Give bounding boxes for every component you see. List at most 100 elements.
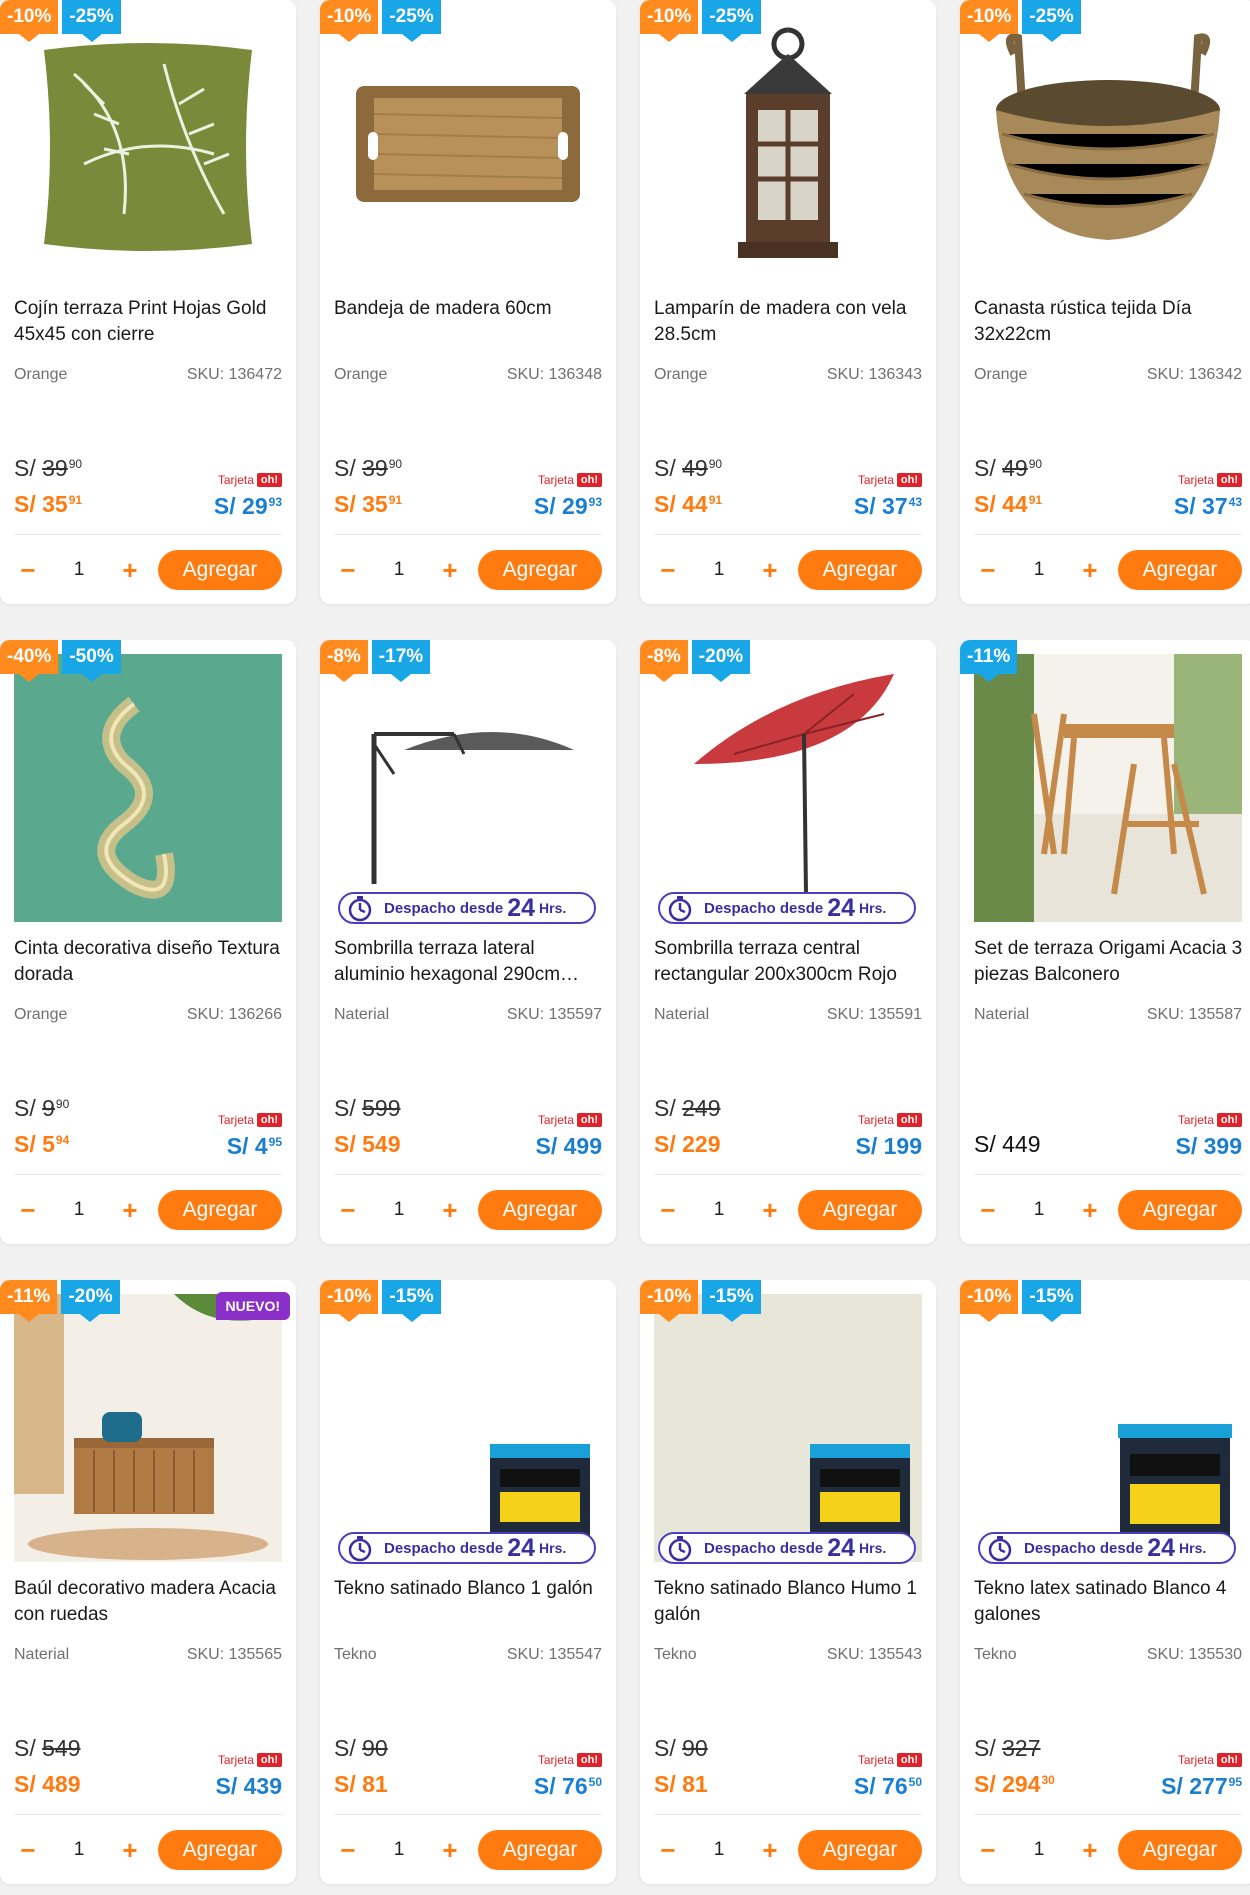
product-name[interactable]: Tekno latex satinado Blanco 4 galones bbox=[974, 1576, 1246, 1628]
add-to-cart-button[interactable]: Agregar bbox=[1118, 550, 1242, 590]
ribbon-image[interactable] bbox=[14, 654, 282, 922]
quantity-value[interactable]: 1 bbox=[1034, 1199, 1045, 1221]
add-to-cart-button[interactable]: Agregar bbox=[798, 1830, 922, 1870]
add-to-cart-button[interactable]: Agregar bbox=[798, 1190, 922, 1230]
product-card[interactable]: -10% -15% Despacho desde 24 Hrs. Tekno satina… bbox=[640, 1280, 936, 1884]
add-to-cart-button[interactable]: Agregar bbox=[1118, 1190, 1242, 1230]
decrease-quantity-button[interactable]: − bbox=[654, 556, 682, 584]
product-card[interactable]: -8% -20% Despacho desde 24 Hrs. Sombrilla ter… bbox=[640, 640, 936, 1244]
add-to-cart-button[interactable]: Agregar bbox=[158, 1830, 282, 1870]
product-name[interactable]: Sombrilla terraza central rectangular 20… bbox=[654, 936, 926, 988]
increase-quantity-button[interactable]: + bbox=[1076, 556, 1104, 584]
add-to-cart-button[interactable]: Agregar bbox=[798, 550, 922, 590]
product-brand: Orange bbox=[14, 366, 68, 383]
quantity-value[interactable]: 1 bbox=[714, 559, 725, 581]
product-name[interactable]: Cinta decorativa diseño Textura dorada bbox=[14, 936, 286, 988]
quantity-value[interactable]: 1 bbox=[394, 559, 405, 581]
decrease-quantity-button[interactable]: − bbox=[14, 1836, 42, 1864]
add-to-cart-button[interactable]: Agregar bbox=[1118, 1830, 1242, 1870]
decrease-quantity-button[interactable]: − bbox=[14, 1196, 42, 1224]
currency-label: S/ bbox=[974, 1735, 996, 1761]
add-to-cart-button[interactable]: Agregar bbox=[158, 550, 282, 590]
pillow-image[interactable] bbox=[14, 14, 282, 282]
quantity-value[interactable]: 1 bbox=[74, 1199, 85, 1221]
quantity-value[interactable]: 1 bbox=[74, 559, 85, 581]
product-brand: Orange bbox=[974, 366, 1028, 383]
product-name[interactable]: Cojín terraza Print Hojas Gold 45x45 con… bbox=[14, 296, 286, 348]
product-name[interactable]: Tekno satinado Blanco Humo 1 galón bbox=[654, 1576, 926, 1628]
product-card[interactable]: -10% -25% Bandeja de madera 60cm Orange SKU:… bbox=[320, 0, 616, 604]
product-sku: SKU: 136342 bbox=[1146, 366, 1242, 383]
product-card[interactable]: -40% -50% Cinta decorativa diseño Textura … bbox=[0, 640, 296, 1244]
old-price-value: 39 bbox=[42, 455, 68, 481]
decrease-quantity-button[interactable]: − bbox=[654, 1196, 682, 1224]
tray-image[interactable] bbox=[334, 14, 602, 282]
product-name[interactable]: Tekno satinado Blanco 1 galón bbox=[334, 1576, 606, 1628]
umbrella-red-image[interactable] bbox=[654, 654, 922, 922]
paint-can-beige-image[interactable] bbox=[654, 1294, 922, 1562]
product-name[interactable]: Bandeja de madera 60cm bbox=[334, 296, 606, 348]
quantity-value[interactable]: 1 bbox=[714, 1839, 725, 1861]
increase-quantity-button[interactable]: + bbox=[436, 1836, 464, 1864]
product-card[interactable]: -11% -20% NUEVO! Baúl decorativo madera Aca… bbox=[0, 1280, 296, 1884]
tarjeta-oh-label: Tarjeta oh! bbox=[858, 1753, 922, 1767]
quantity-value[interactable]: 1 bbox=[714, 1199, 725, 1221]
paint-can-image[interactable] bbox=[334, 1294, 602, 1562]
product-meta: Orange SKU: 136348 bbox=[334, 366, 602, 384]
product-name[interactable]: Canasta rústica tejida Día 32x22cm bbox=[974, 296, 1246, 348]
add-to-cart-button[interactable]: Agregar bbox=[478, 1830, 602, 1870]
product-card[interactable]: -10% -15% Despacho desde 24 Hrs. Tekno satina… bbox=[320, 1280, 616, 1884]
currency-label: S/ bbox=[226, 1133, 249, 1159]
paint-bucket-image[interactable] bbox=[974, 1294, 1242, 1562]
quantity-value[interactable]: 1 bbox=[74, 1839, 85, 1861]
product-card[interactable]: -10% -25% Canasta rústica tejida Día 32x22… bbox=[960, 0, 1250, 604]
increase-quantity-button[interactable]: + bbox=[116, 556, 144, 584]
decrease-quantity-button[interactable]: − bbox=[334, 556, 362, 584]
lantern-image[interactable] bbox=[654, 14, 922, 282]
quantity-value[interactable]: 1 bbox=[1034, 1839, 1045, 1861]
increase-quantity-button[interactable]: + bbox=[756, 1196, 784, 1224]
basket-image[interactable] bbox=[974, 14, 1242, 282]
increase-quantity-button[interactable]: + bbox=[1076, 1836, 1104, 1864]
product-name[interactable]: Lamparín de madera con vela 28.5cm bbox=[654, 296, 926, 348]
product-card[interactable]: -8% -17% Despacho desde 24 Hrs. Sombrilla ter… bbox=[320, 640, 616, 1244]
product-name[interactable]: Sombrilla terraza lateral aluminio hexag… bbox=[334, 936, 606, 988]
product-card[interactable]: -11% Set de terraza Origami Acacia 3 piez… bbox=[960, 640, 1250, 1244]
decrease-quantity-button[interactable]: − bbox=[334, 1196, 362, 1224]
product-name[interactable]: Set de terraza Origami Acacia 3 piezas B… bbox=[974, 936, 1246, 988]
decrease-quantity-button[interactable]: − bbox=[974, 1836, 1002, 1864]
decrease-quantity-button[interactable]: − bbox=[974, 556, 1002, 584]
decrease-quantity-button[interactable]: − bbox=[334, 1836, 362, 1864]
add-to-cart-button[interactable]: Agregar bbox=[478, 1190, 602, 1230]
product-name[interactable]: Baúl decorativo madera Acacia con ruedas bbox=[14, 1576, 286, 1628]
terrace-set-image[interactable] bbox=[974, 654, 1242, 922]
increase-quantity-button[interactable]: + bbox=[756, 556, 784, 584]
add-to-cart-button[interactable]: Agregar bbox=[478, 550, 602, 590]
increase-quantity-button[interactable]: + bbox=[436, 1196, 464, 1224]
increase-quantity-button[interactable]: + bbox=[1076, 1196, 1104, 1224]
decrease-quantity-button[interactable]: − bbox=[974, 1196, 1002, 1224]
product-card[interactable]: -10% -25% Cojín terraza Print Hojas Gold 4… bbox=[0, 0, 296, 604]
product-card[interactable]: -10% -25% Lamparín de madera con vela 28.5… bbox=[640, 0, 936, 604]
product-card[interactable]: -10% -15% Despacho desde 24 Hrs. Tekno latex … bbox=[960, 1280, 1250, 1884]
increase-quantity-button[interactable]: + bbox=[756, 1836, 784, 1864]
discount-badges: -10% -25% bbox=[320, 0, 445, 42]
quantity-value[interactable]: 1 bbox=[394, 1199, 405, 1221]
quantity-value[interactable]: 1 bbox=[1034, 559, 1045, 581]
decrease-quantity-button[interactable]: − bbox=[654, 1836, 682, 1864]
sale-price-value: 44 bbox=[1002, 491, 1028, 517]
quantity-value[interactable]: 1 bbox=[394, 1839, 405, 1861]
card-price: S/ 439 bbox=[216, 1773, 283, 1800]
increase-quantity-button[interactable]: + bbox=[436, 556, 464, 584]
divider bbox=[654, 1174, 922, 1175]
old-price-value: 90 bbox=[682, 1735, 708, 1761]
umbrella-gray-image[interactable] bbox=[334, 654, 602, 922]
increase-quantity-button[interactable]: + bbox=[116, 1196, 144, 1224]
chest-image[interactable] bbox=[14, 1294, 282, 1562]
add-to-cart-button[interactable]: Agregar bbox=[158, 1190, 282, 1230]
increase-quantity-button[interactable]: + bbox=[116, 1836, 144, 1864]
shipping-hours: 24 bbox=[507, 893, 536, 922]
product-sku: SKU: 135565 bbox=[186, 1646, 282, 1663]
divider bbox=[654, 1814, 922, 1815]
decrease-quantity-button[interactable]: − bbox=[14, 556, 42, 584]
